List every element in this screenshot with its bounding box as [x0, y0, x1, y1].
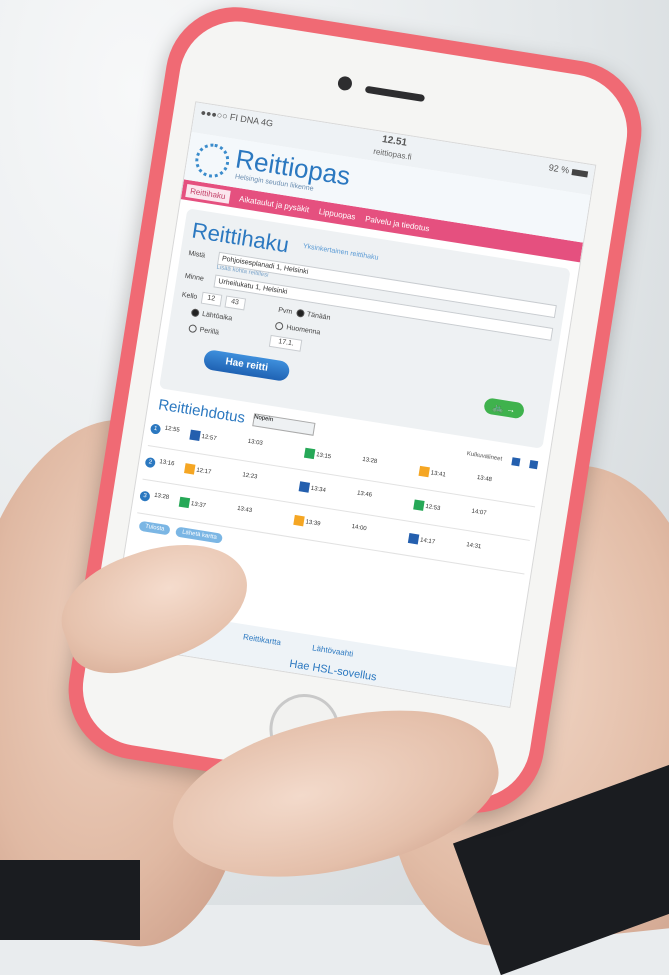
footer-link-departures[interactable]: Lähtövaahti [312, 643, 354, 658]
route-time: 12:57 [189, 429, 217, 444]
route-index: 3 [139, 490, 151, 502]
date-input[interactable]: 17.1. [269, 334, 303, 352]
send-map-button[interactable]: Lähetä kartta [175, 526, 224, 544]
footer-link-map[interactable]: Reittikartta [242, 632, 281, 647]
route-time-label: 13:37 [188, 500, 207, 510]
route-time-label: 12:17 [194, 467, 212, 476]
hour-input[interactable]: 12 [200, 291, 222, 307]
radio-today-label: Tänään [306, 311, 331, 322]
nav-item-reittihaku[interactable]: Reittihaku [185, 183, 231, 204]
minute-input[interactable]: 43 [224, 295, 246, 311]
route-time: 12:23 [242, 472, 258, 480]
battery-icon [571, 168, 589, 178]
bike-route-button[interactable]: 🚲 → [483, 397, 526, 420]
route-time: 13:46 [357, 490, 373, 498]
battery-label: 92 % [548, 162, 570, 176]
route-time-label: 13:48 [476, 474, 493, 484]
route-time: 13:48 [476, 475, 492, 483]
route-time: 13:28 [362, 457, 378, 465]
date-label: Pvm [277, 306, 293, 316]
route-time: 13:43 [237, 506, 253, 514]
route-departure: 12:55 [164, 425, 181, 434]
sun-logo-icon [192, 141, 232, 181]
route-time-label: 13:28 [361, 456, 378, 466]
route-time: 13:37 [178, 496, 207, 511]
route-time: 14:31 [466, 542, 482, 550]
route-time: 14:17 [407, 533, 436, 547]
route-time-label: 13:34 [308, 485, 327, 494]
route-time-label: 13:15 [314, 451, 332, 461]
tram-filter-icon[interactable] [529, 459, 539, 469]
route-time-label: 12:53 [423, 503, 441, 513]
to-label: Minne [184, 272, 205, 283]
transport-label: Kulkuvälineet [466, 450, 503, 463]
bus-filter-icon[interactable] [511, 456, 521, 466]
radio-dot-icon [190, 308, 200, 318]
nav-item-lippuopas[interactable]: Lippuopas [318, 206, 356, 221]
route-time-label: 14:17 [417, 537, 436, 546]
radio-dot-icon [274, 321, 285, 331]
route-time-label: 12:57 [199, 433, 217, 443]
radio-tomorrow[interactable]: Huomenna [274, 321, 321, 337]
from-label: Mistä [187, 250, 206, 260]
print-button[interactable]: Tulosta [138, 520, 172, 536]
route-time: 12:53 [413, 499, 441, 513]
route-time: 13:34 [298, 481, 327, 495]
route-time-label: 14:07 [471, 508, 487, 517]
route-index: 2 [144, 456, 156, 469]
route-time: 13:41 [418, 465, 447, 480]
radio-dot-icon [188, 324, 198, 334]
option-departure[interactable]: Lähtöaika [190, 308, 233, 323]
route-time: 13:03 [247, 439, 263, 447]
route-time-label: 13:46 [356, 490, 373, 499]
left-sleeve [0, 860, 140, 940]
route-time-label: 13:39 [303, 518, 321, 528]
route-time: 13:15 [303, 447, 332, 462]
route-index: 1 [149, 423, 162, 435]
route-time-label: 14:00 [351, 523, 367, 533]
route-time-label: 14:31 [465, 542, 482, 551]
route-departure: 13:16 [158, 459, 175, 468]
route-time-label: 13:03 [247, 438, 264, 447]
radio-tomorrow-label: Huomenna [285, 324, 321, 337]
route-time-label: 13:43 [236, 505, 253, 515]
search-button[interactable]: Hae reitti [202, 348, 291, 383]
radio-today[interactable]: Tänään [295, 308, 331, 322]
time-label: Kello [181, 291, 198, 301]
radio-dot-icon [295, 308, 305, 318]
route-time-label: 12:23 [241, 472, 258, 481]
route-time-label: 13:41 [428, 469, 447, 479]
route-departure: 13:28 [153, 492, 170, 501]
option-departure-label: Lähtöaika [201, 310, 233, 323]
route-time: 14:07 [471, 509, 487, 517]
route-time: 13:39 [293, 514, 321, 529]
option-arrival[interactable]: Perillä [188, 324, 219, 337]
option-arrival-label: Perillä [199, 326, 220, 337]
route-time: 12:17 [184, 463, 212, 477]
route-time: 14:00 [351, 524, 367, 532]
